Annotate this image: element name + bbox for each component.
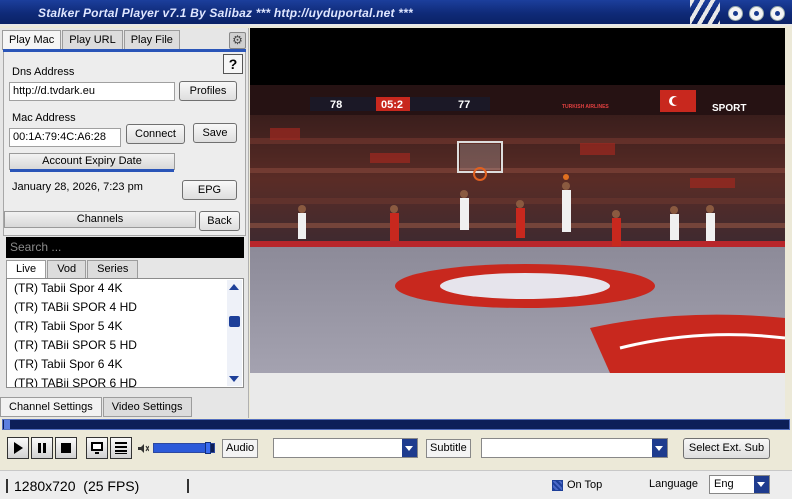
- channels-header-label: Channels: [76, 213, 124, 225]
- tab-play-url[interactable]: Play URL: [62, 30, 123, 50]
- expiry-header: Account Expiry Date: [9, 153, 175, 172]
- channel-list[interactable]: (TR) Tabii Spor 4 4K (TR) TABii SPOR 4 H…: [6, 278, 244, 388]
- list-item[interactable]: (TR) Tabii Spor 5 4K: [7, 317, 243, 336]
- pause-icon: [38, 443, 46, 453]
- dns-label: Dns Address: [12, 66, 75, 78]
- tab-play-file[interactable]: Play File: [123, 30, 180, 50]
- list-item[interactable]: (TR) Tabii Spor 6 4K: [7, 355, 243, 374]
- list-item[interactable]: (TR) TABii SPOR 6 HD: [7, 374, 243, 387]
- settings-tabs: Channel Settings Video Settings: [0, 397, 193, 417]
- dns-field[interactable]: http://d.tvdark.eu: [9, 82, 175, 101]
- fps-value: (25 FPS): [83, 478, 140, 494]
- tab-channel-settings[interactable]: Channel Settings: [0, 397, 102, 417]
- on-top-label: On Top: [567, 479, 603, 491]
- tab-series[interactable]: Series: [87, 260, 139, 278]
- maximize-button[interactable]: [749, 6, 764, 21]
- language-value: Eng: [714, 478, 734, 490]
- on-top-checkbox[interactable]: [552, 480, 563, 491]
- expiry-header-label: Account Expiry Date: [42, 155, 142, 167]
- back-button[interactable]: Back: [199, 211, 240, 231]
- play-button[interactable]: [7, 437, 29, 459]
- left-panel: Play Mac Play URL Play File ⚙ ? Dns Addr…: [0, 28, 249, 418]
- tab-underline: [3, 49, 246, 52]
- title-decoration: [690, 0, 720, 26]
- mac-field[interactable]: 00:1A:79:4C:A6:28: [9, 128, 121, 147]
- scroll-thumb[interactable]: [229, 316, 240, 327]
- content-tabs: Live Vod Series: [6, 260, 139, 278]
- channel-logo: SPORT: [712, 103, 746, 114]
- pause-button[interactable]: [31, 437, 53, 459]
- stop-icon: [61, 443, 71, 453]
- title-bar: Stalker Portal Player v7.1 By Salibaz **…: [0, 0, 792, 26]
- mute-icon[interactable]: [137, 443, 149, 454]
- seek-knob[interactable]: [4, 420, 10, 429]
- volume-fill: [154, 444, 209, 452]
- chevron-down-icon[interactable]: [402, 439, 417, 457]
- connect-button[interactable]: Connect: [126, 124, 185, 144]
- tab-video-settings[interactable]: Video Settings: [102, 397, 192, 417]
- chevron-down-icon[interactable]: [754, 476, 769, 493]
- away-score: 77: [458, 99, 470, 111]
- channels-header: Channels: [4, 211, 196, 228]
- close-button[interactable]: [770, 6, 785, 21]
- epg-button[interactable]: EPG: [182, 180, 237, 200]
- sponsor-logo: TURKISH AIRLINES: [562, 104, 609, 110]
- fullscreen-button[interactable]: [86, 437, 108, 459]
- tab-live[interactable]: Live: [6, 260, 47, 278]
- resolution-value: 1280x720: [14, 478, 76, 494]
- monitor-icon: [91, 442, 103, 454]
- play-icon: [14, 442, 23, 454]
- settings-gear-icon[interactable]: ⚙: [229, 32, 246, 49]
- language-label: Language: [649, 478, 698, 490]
- source-tabs: Play Mac Play URL Play File: [2, 30, 181, 50]
- list-icon: [115, 442, 127, 454]
- tab-play-mac[interactable]: Play Mac: [2, 30, 62, 50]
- expiry-value: January 28, 2026, 7:23 pm: [12, 181, 143, 193]
- list-item[interactable]: (TR) TABii SPOR 5 HD: [7, 336, 243, 355]
- minimize-button[interactable]: [728, 6, 743, 21]
- search-input[interactable]: Search ...: [6, 237, 244, 258]
- seek-bar[interactable]: [2, 419, 790, 430]
- save-button[interactable]: Save: [193, 123, 237, 143]
- tab-vod[interactable]: Vod: [47, 260, 87, 278]
- mac-label: Mac Address: [12, 112, 76, 124]
- channel-list-scrollbar[interactable]: [227, 280, 242, 386]
- volume-slider[interactable]: [153, 442, 215, 454]
- list-item[interactable]: (TR) Tabii Spor 4 4K: [7, 279, 243, 298]
- stop-button[interactable]: [55, 437, 77, 459]
- game-clock: 05:2: [381, 99, 403, 111]
- chevron-down-icon[interactable]: [652, 439, 667, 457]
- window-title: Stalker Portal Player v7.1 By Salibaz **…: [38, 6, 413, 20]
- audio-track-select[interactable]: [273, 438, 418, 458]
- select-ext-sub-button[interactable]: Select Ext. Sub: [683, 438, 770, 459]
- profiles-button[interactable]: Profiles: [179, 81, 237, 101]
- volume-knob[interactable]: [205, 442, 211, 454]
- status-bar: 1280x720 (25 FPS) On Top Language Eng: [0, 470, 792, 499]
- audio-label: Audio: [222, 439, 259, 458]
- scroll-up-icon[interactable]: [229, 284, 239, 290]
- home-score: 78: [330, 99, 342, 111]
- video-footer-area: [250, 373, 785, 418]
- subtitle-label: Subtitle: [426, 439, 471, 458]
- scroll-down-icon[interactable]: [229, 376, 239, 382]
- subtitle-select[interactable]: [481, 438, 668, 458]
- video-frame: 78 05:2 77 TURKISH AIRLINES SPORT: [250, 28, 785, 373]
- resolution-readout: 1280x720 (25 FPS): [14, 478, 139, 494]
- playlist-button[interactable]: [110, 437, 132, 459]
- language-select[interactable]: Eng: [709, 475, 770, 494]
- help-button[interactable]: ?: [223, 54, 243, 74]
- list-item[interactable]: (TR) TABii SPOR 4 HD: [7, 298, 243, 317]
- video-player[interactable]: 78 05:2 77 TURKISH AIRLINES SPORT: [250, 28, 785, 373]
